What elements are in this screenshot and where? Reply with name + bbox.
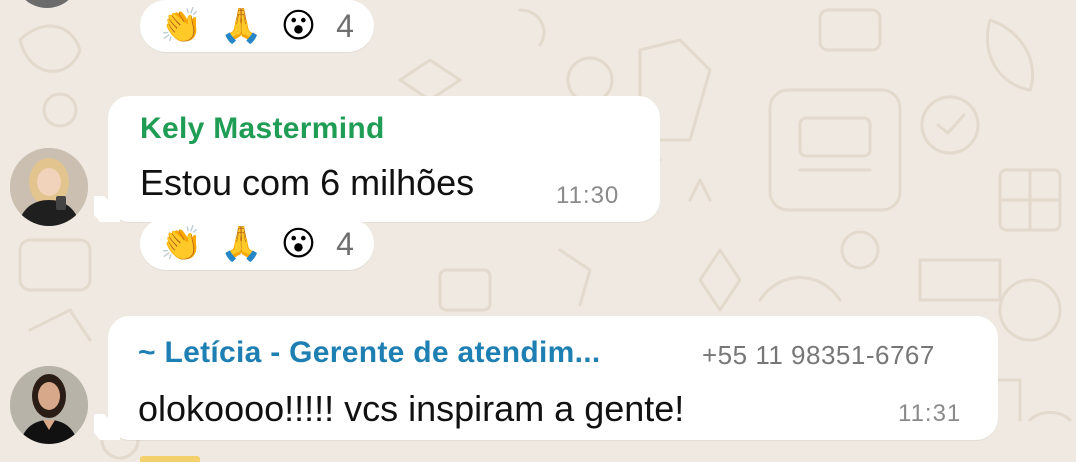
reaction-count: 4 [336,7,354,44]
reactions-kely-message[interactable]: 👏 🙏 😮 4 [140,218,374,270]
avatar-kely[interactable] [10,148,88,226]
reactions-previous-message[interactable]: 👏 🙏 😮 4 [140,0,374,52]
folded-hands-emoji: 🙏 [220,224,263,264]
sender-name[interactable]: ~ Letícia - Gerente de atendim... [138,336,698,370]
message-timestamp: 11:31 [898,400,962,427]
bubble-tail [94,414,120,440]
avatar-kely-image [10,148,88,226]
message-bubble-kely[interactable]: Kely Mastermind Estou com 6 milhões 11:3… [108,96,660,222]
message-timestamp: 11:30 [556,182,620,209]
clapping-hands-emoji: 👏 [160,6,203,46]
surprised-face-emoji: 😮 [280,224,317,264]
sender-name[interactable]: Kely Mastermind [140,112,385,146]
message-text: olokoooo!!!!! vcs inspiram a gente! [138,388,685,429]
surprised-face-emoji: 😮 [280,6,317,46]
bubble-tail [94,196,120,222]
reaction-count: 4 [336,225,354,262]
message-bubble-leticia[interactable]: ~ Letícia - Gerente de atendim... +55 11… [108,316,998,440]
avatar-leticia-image [10,366,88,444]
folded-hands-emoji: 🙏 [220,6,263,46]
clapping-hands-emoji: 👏 [160,224,203,264]
sender-phone-number[interactable]: +55 11 98351-6767 [702,340,935,371]
next-message-partial [140,456,200,462]
avatar-leticia[interactable] [10,366,88,444]
message-text: Estou com 6 milhões [140,162,475,203]
